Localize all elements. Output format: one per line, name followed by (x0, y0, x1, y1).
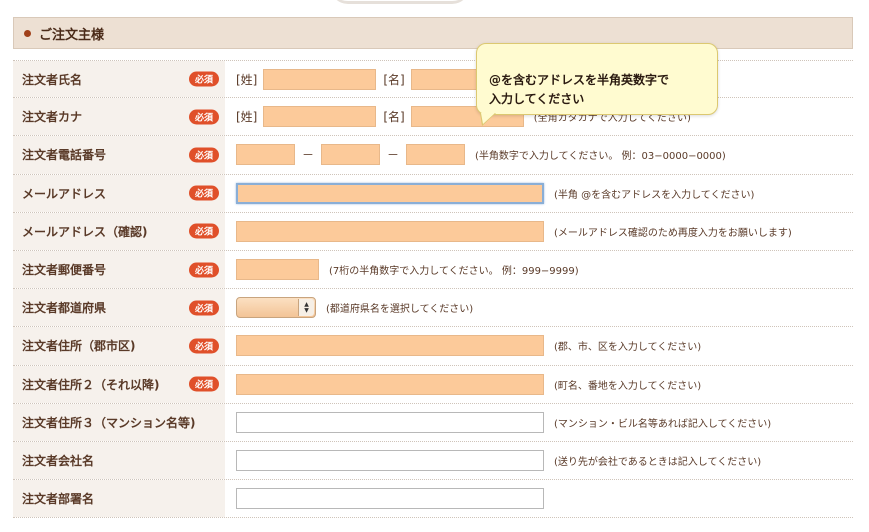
field-label: 注文者住所２（それ以降) (22, 377, 160, 392)
row-name: 注文者氏名 必須 [姓] [名] (13, 60, 853, 99)
field-hint: (半角数字で入力してください。 例：03−0000−0000) (475, 151, 726, 163)
address3-input[interactable] (236, 411, 544, 433)
email-confirm-input[interactable] (236, 220, 544, 242)
label-cell: 注文者住所２（それ以降) 必須 (13, 365, 225, 403)
last-name-kana-input[interactable] (263, 106, 377, 128)
label-cell: 注文者郵便番号 必須 (13, 250, 225, 289)
mei-label: [名] (383, 72, 405, 87)
mei-label: [名] (383, 110, 405, 125)
field-cell: (半角 @を含むアドレスを入力してください) (225, 175, 853, 212)
tel-input-3[interactable] (406, 144, 466, 166)
row-tel: 注文者電話番号 必須 － － (半角数字で入力してください。 例：03−0000… (13, 136, 853, 175)
required-badge: 必須 (189, 185, 219, 201)
field-label: メールアドレス（確認) (22, 224, 148, 239)
section-title: ご注文主様 (39, 27, 105, 43)
required-badge: 必須 (189, 338, 219, 354)
field-hint: (郡、市、区を入力してください) (554, 342, 702, 354)
tooltip-tail-inner (481, 113, 495, 124)
field-label: 注文者住所３（マンション名等) (22, 415, 196, 430)
label-cell: メールアドレス（確認) 必須 (13, 212, 225, 250)
label-cell: 注文者会社名 (13, 441, 225, 480)
email-tooltip: @を含むアドレスを半角英数字で 入力してください (476, 43, 718, 126)
section-header: ご注文主様 (13, 17, 853, 49)
field-label: 注文者カナ (22, 110, 83, 125)
company-input[interactable] (236, 449, 544, 471)
required-badge: 必須 (189, 147, 219, 163)
field-cell: (送り先が会社であるときは記入してください) (225, 442, 853, 479)
row-pref: 注文者都道府県 必須 ▲ ▼ (都道府県名を選択してください) (13, 289, 853, 328)
field-label: 注文者都道府県 (22, 301, 107, 316)
field-label: メールアドレス (22, 186, 107, 201)
sei-label: [姓] (236, 110, 258, 125)
row-kana: 注文者カナ 必須 [姓] [名] (全角カタカナで入力してください) (13, 98, 853, 137)
zip-input[interactable] (236, 259, 319, 281)
required-badge: 必須 (189, 300, 219, 316)
top-decoration (330, 0, 470, 4)
row-email: メールアドレス 必須 (半角 @を含むアドレスを入力してください) (13, 174, 853, 213)
row-addr2: 注文者住所２（それ以降) 必須 (町名、番地を入力してください) (13, 365, 853, 404)
address1-input[interactable] (236, 335, 544, 357)
field-label: 注文者郵便番号 (22, 263, 107, 278)
label-cell: 注文者部署名 (13, 480, 225, 518)
row-company: 注文者会社名 (送り先が会社であるときは記入してください) (13, 441, 853, 481)
field-label: 注文者電話番号 (22, 148, 107, 163)
field-hint: (マンション・ビル名等あれば記入してください) (554, 418, 772, 430)
email-input[interactable] (236, 182, 544, 204)
field-cell: (郡、市、区を入力してください) (225, 327, 853, 364)
select-arrows-icon: ▲ ▼ (298, 299, 314, 317)
prefecture-select[interactable]: ▲ ▼ (236, 297, 316, 319)
tel-dash: － (302, 148, 315, 163)
field-hint: (町名、番地を入力してください) (554, 380, 702, 392)
field-label: 注文者会社名 (22, 453, 95, 468)
label-cell: 注文者住所３（マンション名等) (13, 403, 225, 441)
tel-dash: － (387, 148, 400, 163)
required-badge: 必須 (189, 109, 219, 125)
field-cell: (メールアドレス確認のため再度入力をお願いします) (225, 213, 853, 250)
required-badge: 必須 (189, 223, 219, 239)
department-input[interactable] (236, 488, 544, 510)
field-cell: － － (半角数字で入力してください。 例：03−0000−0000) (225, 136, 853, 173)
order-form: 注文者氏名 必須 [姓] [名] 注文者カナ 必須 [姓] [名] (全角カタカ… (13, 60, 853, 519)
sei-label: [姓] (236, 72, 258, 87)
tel-input-2[interactable] (321, 144, 381, 166)
field-label: 注文者氏名 (22, 72, 83, 87)
label-cell: 注文者電話番号 必須 (13, 136, 225, 174)
required-badge: 必須 (189, 376, 219, 392)
label-cell: 注文者カナ 必須 (13, 98, 225, 136)
label-cell: 注文者氏名 必須 (13, 61, 225, 98)
field-hint: (メールアドレス確認のため再度入力をお願いします) (554, 227, 792, 239)
field-hint: (半角 @を含むアドレスを入力してください) (554, 189, 755, 201)
field-label: 注文者住所（郡市区) (22, 339, 136, 354)
label-cell: メールアドレス 必須 (13, 174, 225, 212)
label-cell: 注文者住所（郡市区) 必須 (13, 327, 225, 365)
row-email-confirm: メールアドレス（確認) 必須 (メールアドレス確認のため再度入力をお願いします) (13, 212, 853, 251)
last-name-input[interactable] (263, 68, 377, 90)
field-label: 注文者部署名 (22, 492, 95, 507)
tooltip-line: @を含むアドレスを半角英数字で (489, 73, 670, 87)
field-cell (225, 480, 853, 517)
field-hint: (都道府県名を選択してください) (326, 304, 474, 316)
tooltip-line: 入力してください (489, 92, 585, 106)
label-cell: 注文者都道府県 必須 (13, 289, 225, 327)
tel-input-1[interactable] (236, 144, 295, 166)
required-badge: 必須 (189, 262, 219, 278)
row-addr1: 注文者住所（郡市区) 必須 (郡、市、区を入力してください) (13, 327, 853, 366)
row-dept: 注文者部署名 (13, 480, 853, 519)
bullet-icon (24, 29, 31, 37)
row-addr3: 注文者住所３（マンション名等) (マンション・ビル名等あれば記入してください) (13, 403, 853, 442)
field-cell: (マンション・ビル名等あれば記入してください) (225, 404, 853, 441)
field-cell: (町名、番地を入力してください) (225, 366, 853, 403)
field-cell: (7桁の半角数字で入力してください。 例：999−9999) (225, 251, 853, 288)
field-hint: (送り先が会社であるときは記入してください) (554, 456, 762, 468)
field-hint: (7桁の半角数字で入力してください。 例：999−9999) (329, 266, 579, 278)
row-zip: 注文者郵便番号 必須 (7桁の半角数字で入力してください。 例：999−9999… (13, 250, 853, 290)
field-cell: ▲ ▼ (都道府県名を選択してください) (225, 289, 853, 326)
required-badge: 必須 (189, 71, 219, 87)
address2-input[interactable] (236, 373, 544, 395)
